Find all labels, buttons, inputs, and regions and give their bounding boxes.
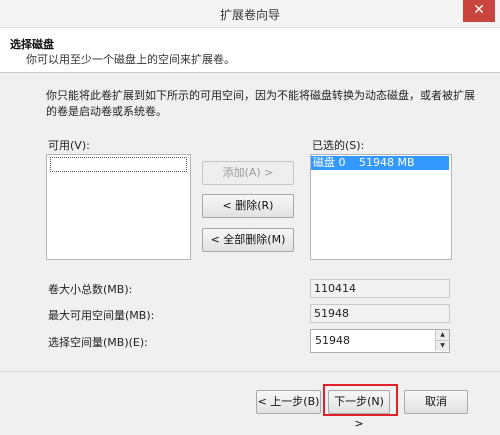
list-item[interactable]: 磁盘 0 51948 MB: [311, 156, 449, 170]
total-size-label: 卷大小总数(MB):: [48, 283, 133, 296]
close-button[interactable]: ✕: [463, 0, 495, 22]
select-space-stepper[interactable]: 51948 ▲ ▼: [310, 329, 450, 353]
page-title: 选择磁盘: [10, 38, 54, 51]
add-button[interactable]: 添加(A) >: [202, 161, 294, 185]
back-button[interactable]: < 上一步(B): [256, 390, 321, 414]
page-subtitle: 你可以用至少一个磁盘上的空间来扩展卷。: [26, 53, 235, 66]
total-size-value: 110414: [310, 279, 450, 298]
close-icon: ✕: [473, 2, 485, 18]
select-space-input[interactable]: 51948: [315, 334, 350, 347]
highlight-box: [323, 384, 398, 416]
remove-button[interactable]: < 删除(R): [202, 194, 294, 218]
footer-divider: [0, 371, 500, 372]
spin-down-button[interactable]: ▼: [435, 341, 449, 351]
cancel-button[interactable]: 取消: [404, 390, 468, 414]
selected-label: 已选的(S):: [312, 139, 365, 152]
chevron-up-icon: ▲: [440, 331, 445, 338]
available-label: 可用(V):: [48, 139, 90, 152]
select-space-label: 选择空间量(MB)(E):: [48, 336, 148, 349]
max-space-value: 51948: [310, 304, 450, 323]
available-focus-row[interactable]: [50, 157, 187, 172]
spin-up-button[interactable]: ▲: [435, 330, 449, 341]
chevron-down-icon: ▼: [440, 342, 445, 349]
window-title: 扩展卷向导: [219, 8, 280, 22]
max-space-label: 最大可用空间量(MB):: [48, 309, 155, 322]
description-text: 你只能将此卷扩展到如下所示的可用空间，因为不能将磁盘转换为动态磁盘，或者被扩展的…: [46, 89, 475, 118]
disk-name: 磁盘 0: [313, 156, 346, 169]
remove-all-button[interactable]: < 全部删除(M): [202, 228, 294, 252]
disk-size: 51948 MB: [359, 156, 415, 169]
